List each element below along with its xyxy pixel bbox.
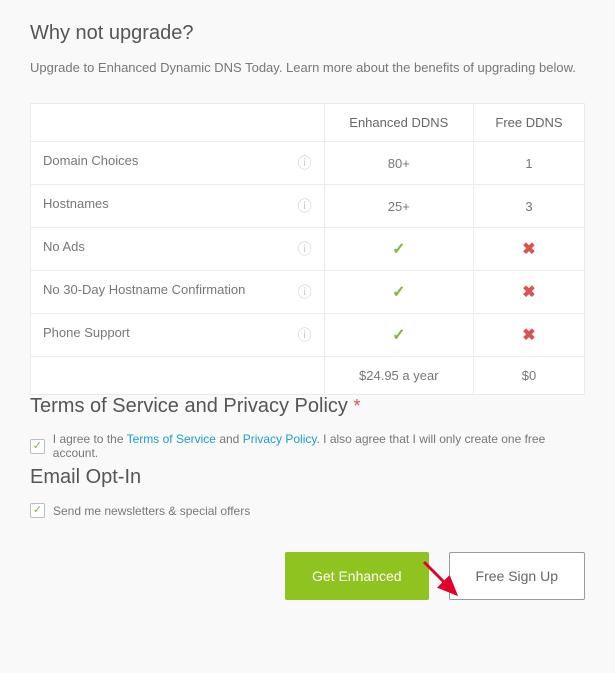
free-val: ✖ [473, 314, 584, 357]
check-icon: ✓ [392, 327, 405, 344]
feature-label: Phone Support [43, 325, 130, 340]
cross-icon: ✖ [522, 284, 535, 301]
table-row-price: $24.95 a year $0 [31, 357, 585, 395]
compare-table: Enhanced DDNS Free DDNS Domain Choices ⓘ… [30, 103, 585, 395]
feature-label: No Ads [43, 239, 85, 254]
enh-val: 25+ [324, 185, 473, 228]
info-icon[interactable]: ⓘ [298, 153, 312, 173]
optin-checkbox[interactable]: ✓ [30, 503, 45, 518]
upgrade-lead: Upgrade to Enhanced Dynamic DNS Today. L… [30, 59, 585, 77]
col-blank [31, 104, 325, 142]
tos-heading: Terms of Service and Privacy Policy * [30, 395, 585, 418]
enh-val: ✓ [324, 314, 473, 357]
price-enhanced: $24.95 a year [324, 357, 473, 395]
get-enhanced-button[interactable]: Get Enhanced [285, 552, 429, 600]
check-icon: ✓ [392, 241, 405, 258]
price-blank [31, 357, 325, 395]
enh-val: 80+ [324, 142, 473, 185]
optin-label: Send me newsletters & special offers [53, 504, 250, 518]
free-val: 1 [473, 142, 584, 185]
table-row: Phone Support ⓘ ✓ ✖ [31, 314, 585, 357]
table-row: No 30-Day Hostname Confirmation ⓘ ✓ ✖ [31, 271, 585, 314]
price-free: $0 [473, 357, 584, 395]
free-val: ✖ [473, 271, 584, 314]
required-icon: * [353, 396, 360, 416]
info-icon[interactable]: ⓘ [298, 282, 312, 302]
free-val: ✖ [473, 228, 584, 271]
check-icon: ✓ [392, 284, 405, 301]
enh-val: ✓ [324, 271, 473, 314]
privacy-link[interactable]: Privacy Policy [243, 432, 317, 446]
tos-link[interactable]: Terms of Service [127, 432, 216, 446]
table-row: No Ads ⓘ ✓ ✖ [31, 228, 585, 271]
email-heading: Email Opt-In [30, 466, 585, 489]
col-free: Free DDNS [473, 104, 584, 142]
info-icon[interactable]: ⓘ [298, 325, 312, 345]
cross-icon: ✖ [522, 241, 535, 258]
col-enhanced: Enhanced DDNS [324, 104, 473, 142]
feature-label: No 30-Day Hostname Confirmation [43, 282, 245, 297]
table-row: Domain Choices ⓘ 80+ 1 [31, 142, 585, 185]
feature-label: Domain Choices [43, 153, 138, 168]
feature-label: Hostnames [43, 196, 109, 211]
cross-icon: ✖ [522, 327, 535, 344]
info-icon[interactable]: ⓘ [298, 239, 312, 259]
enh-val: ✓ [324, 228, 473, 271]
table-row: Hostnames ⓘ 25+ 3 [31, 185, 585, 228]
info-icon[interactable]: ⓘ [298, 196, 312, 216]
tos-checkbox[interactable]: ✓ [30, 439, 45, 454]
upgrade-heading: Why not upgrade? [30, 22, 585, 45]
tos-text: I agree to the Terms of Service and Priv… [53, 432, 585, 460]
free-sign-up-button[interactable]: Free Sign Up [449, 552, 585, 600]
free-val: 3 [473, 185, 584, 228]
